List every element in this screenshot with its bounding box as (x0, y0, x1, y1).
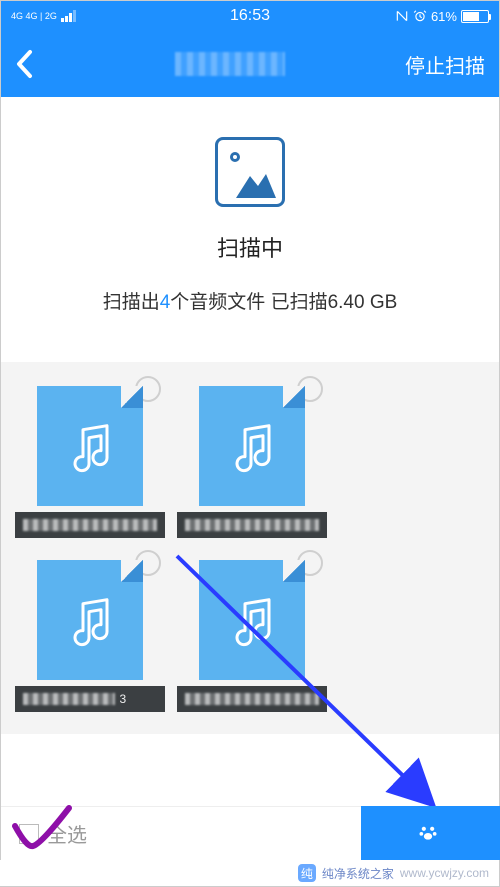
status-left: 4G 4G | 2G (11, 10, 170, 22)
app-header: 停止扫描 (1, 31, 499, 97)
watermark-brand: 纯净系统之家 (322, 865, 394, 882)
file-grid-wrap: 3 (1, 362, 499, 734)
primary-action-button[interactable] (361, 806, 500, 860)
file-item[interactable] (177, 550, 327, 712)
select-all-checkbox[interactable] (19, 824, 39, 844)
filename-blurred (23, 519, 157, 531)
back-button[interactable] (15, 49, 55, 79)
bottom-bar: 全选 (1, 806, 500, 860)
audio-file-icon (37, 386, 143, 506)
status-bar: 4G 4G | 2G 16:53 61% (1, 1, 499, 31)
file-item[interactable] (177, 376, 327, 538)
file-ext: 3 (119, 692, 126, 706)
battery-icon (461, 10, 489, 23)
watermark-url: www.ycwjzy.com (400, 866, 489, 880)
chevron-left-icon (15, 49, 33, 79)
scan-count: 4 (160, 292, 171, 313)
filename-blurred (185, 693, 319, 705)
alarm-icon (413, 9, 427, 23)
paw-icon (418, 823, 438, 843)
music-note-icon (225, 596, 279, 650)
filename-blurred (185, 519, 319, 531)
audio-file-icon (199, 386, 305, 506)
title-blurred (175, 52, 285, 76)
nfc-icon (395, 9, 409, 23)
audio-file-icon (199, 560, 305, 680)
scan-detail-text: 扫描出4个音频文件 已扫描6.40 GB (21, 287, 479, 314)
select-all-toggle[interactable]: 全选 (19, 819, 87, 848)
file-label (177, 512, 327, 538)
music-note-icon (63, 422, 117, 476)
scan-mid: 个音频文件 已扫描 (170, 292, 327, 313)
file-label: 3 (15, 686, 165, 712)
scan-size: 6.40 GB (328, 292, 398, 313)
status-time: 16:53 (170, 7, 329, 25)
battery-percent: 61% (431, 9, 457, 24)
image-placeholder-icon (215, 137, 285, 207)
scan-prefix: 扫描出 (103, 292, 160, 313)
audio-file-icon (37, 560, 143, 680)
scan-status-text: 扫描中 (21, 231, 479, 263)
file-label (177, 686, 327, 712)
file-grid: 3 (15, 376, 485, 712)
status-right: 61% (330, 9, 489, 24)
app-screen: 4G 4G | 2G 16:53 61% (0, 0, 500, 887)
music-note-icon (63, 596, 117, 650)
watermark-logo-icon: 纯 (298, 864, 316, 882)
filename-blurred (23, 693, 115, 705)
file-label (15, 512, 165, 538)
file-item[interactable]: 3 (15, 550, 165, 712)
music-note-icon (225, 422, 279, 476)
signal-bars-icon (61, 10, 77, 22)
file-item[interactable] (15, 376, 165, 538)
scan-status-area: 扫描中 扫描出4个音频文件 已扫描6.40 GB (1, 97, 499, 344)
stop-scan-button[interactable]: 停止扫描 (405, 50, 485, 79)
watermark: 纯 纯净系统之家 www.ycwjzy.com (0, 860, 499, 886)
select-all-label: 全选 (47, 819, 87, 848)
header-title (55, 50, 405, 78)
signal-indicator: 4G 4G | 2G (11, 12, 57, 21)
